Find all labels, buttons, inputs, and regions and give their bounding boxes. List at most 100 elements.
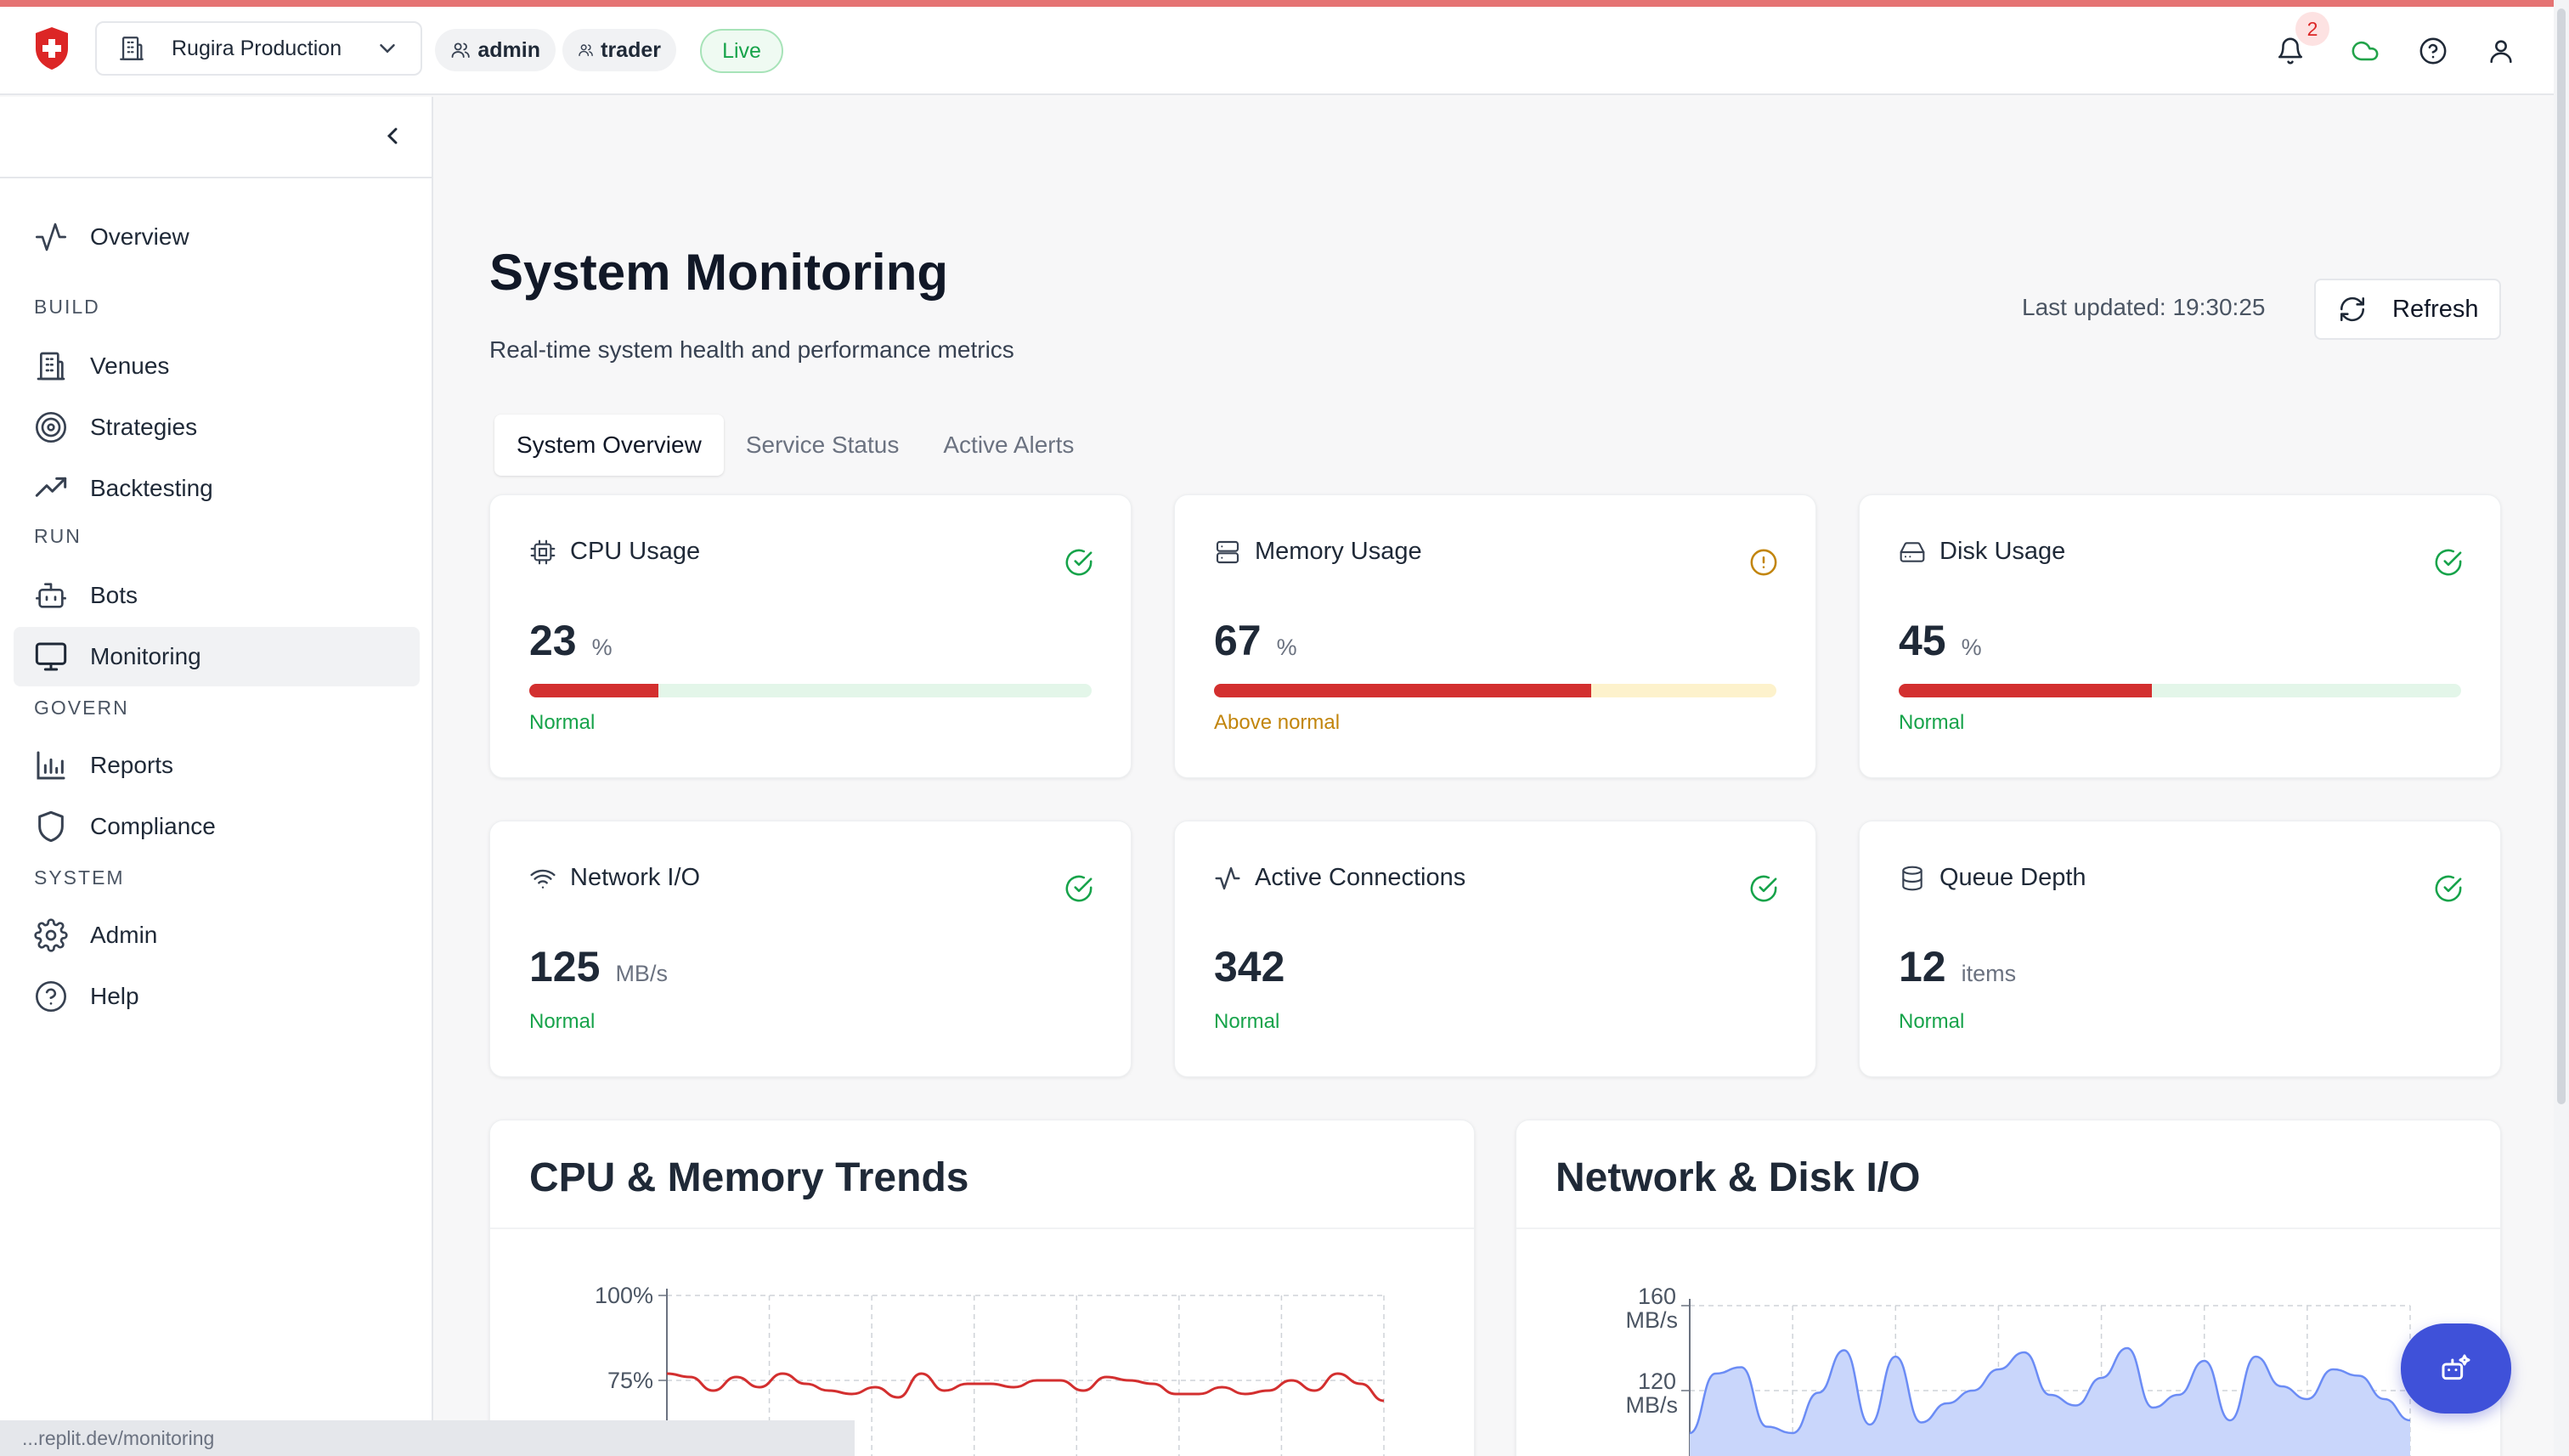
metric-value: 23% xyxy=(529,617,613,664)
help-circle-icon xyxy=(2419,37,2447,65)
shield-cross-logo[interactable] xyxy=(32,25,71,71)
sidebar-item-label: Reports xyxy=(90,752,174,778)
refresh-button[interactable]: Refresh xyxy=(2314,279,2501,340)
sidebar-item-strategies[interactable]: Strategies xyxy=(14,398,420,457)
metric-progress-bar xyxy=(529,684,1092,697)
help-button[interactable] xyxy=(2414,32,2452,70)
role-badge-trader[interactable]: trader xyxy=(562,29,676,71)
metric-card-memory: Memory Usage 67% Above normal xyxy=(1174,494,1816,778)
metric-unit: items xyxy=(1961,961,2017,986)
metric-card-queue: Queue Depth 12 items Normal xyxy=(1859,821,2501,1077)
ai-assistant-button[interactable] xyxy=(2401,1323,2511,1414)
hard-drive-icon xyxy=(1900,541,1925,562)
metric-title: Network I/O xyxy=(570,864,701,891)
sidebar-item-venues[interactable]: Venues xyxy=(14,336,420,396)
wifi-icon xyxy=(530,869,556,889)
sidebar-item-admin[interactable]: Admin xyxy=(14,906,420,965)
sidebar-section-system: SYSTEM xyxy=(34,866,125,889)
metric-card-cpu: CPU Usage 23% Normal xyxy=(489,494,1132,778)
sidebar-item-label: Venues xyxy=(90,353,170,379)
organization-name: Rugira Production xyxy=(172,36,342,60)
metric-value: 342 xyxy=(1214,943,1285,990)
metric-status-text: Normal xyxy=(1899,1010,1965,1033)
activity-icon xyxy=(36,223,66,251)
gear-icon xyxy=(34,918,68,952)
metric-unit: % xyxy=(1276,635,1297,660)
sidebar-item-backtesting[interactable]: Backtesting xyxy=(14,459,420,518)
metric-status-text: Above normal xyxy=(1214,711,1341,734)
organization-selector[interactable]: Rugira Production xyxy=(95,21,422,76)
role-label: admin xyxy=(477,37,540,62)
page-title: System Monitoring xyxy=(489,244,949,301)
check-circle-icon xyxy=(1750,875,1777,902)
monitor-icon xyxy=(35,642,67,671)
user-menu-button[interactable] xyxy=(2482,32,2520,70)
metric-progress-bar xyxy=(1899,684,2461,697)
users-icon xyxy=(579,44,593,57)
sidebar-item-bots[interactable]: Bots xyxy=(14,566,420,625)
metric-progress-fill xyxy=(1899,684,2152,697)
activity-icon xyxy=(1215,866,1240,889)
network-series-area xyxy=(1690,1348,2410,1456)
tab-service-status[interactable]: Service Status xyxy=(724,415,922,476)
last-updated-timestamp: Last updated: 19:30:25 xyxy=(2022,294,2266,320)
metric-value: 45% xyxy=(1899,617,1982,664)
connection-status-button[interactable] xyxy=(2346,32,2384,70)
metric-progress-bar xyxy=(1214,684,1776,697)
page-subtitle: Real-time system health and performance … xyxy=(489,336,1014,363)
metric-title: CPU Usage xyxy=(570,538,701,565)
role-badge-admin[interactable]: admin xyxy=(435,29,556,71)
sidebar-item-help[interactable]: Help xyxy=(14,967,420,1026)
metric-status-text: Normal xyxy=(1214,1010,1280,1033)
y-tick-label: 100% xyxy=(595,1283,653,1308)
sidebar-section-govern: GOVERN xyxy=(34,697,129,719)
check-circle-icon xyxy=(2435,875,2462,902)
refresh-label: Refresh xyxy=(2392,295,2479,323)
chart-title: Network & Disk I/O xyxy=(1556,1155,1921,1200)
sidebar-item-overview[interactable]: Overview xyxy=(14,207,420,267)
cloud-icon xyxy=(2352,41,2379,61)
tab-active-alerts[interactable]: Active Alerts xyxy=(921,415,1096,476)
cpu-icon xyxy=(530,539,556,564)
y-tick-unit: MB/s xyxy=(1625,1307,1678,1333)
sidebar-item-label: Monitoring xyxy=(90,643,201,669)
metric-status-text: Normal xyxy=(1899,711,1965,734)
scrollbar-thumb[interactable] xyxy=(2557,8,2566,1104)
y-tick-label: 160 xyxy=(1638,1284,1676,1309)
metric-value: 67% xyxy=(1214,617,1297,664)
live-status-badge: Live xyxy=(700,29,783,73)
metric-value: 125 MB/s xyxy=(529,943,668,990)
user-icon xyxy=(2490,40,2512,64)
ai-assistant-icon xyxy=(2442,1354,2470,1380)
chevron-left-icon[interactable] xyxy=(379,122,406,150)
sidebar-item-monitoring[interactable]: Monitoring xyxy=(14,627,420,686)
metric-title: Active Connections xyxy=(1255,864,1466,891)
memory-icon xyxy=(1216,540,1239,563)
sidebar-item-label: Compliance xyxy=(90,813,216,839)
sidebar-item-reports[interactable]: Reports xyxy=(14,736,420,795)
sidebar-item-compliance[interactable]: Compliance xyxy=(14,797,420,856)
metric-unit: MB/s xyxy=(615,961,668,986)
bot-icon xyxy=(36,583,66,608)
monitoring-tabs: System Overview Service Status Active Al… xyxy=(494,415,1096,476)
check-circle-icon xyxy=(2435,549,2462,576)
metric-card-network: Network I/O 125 MB/s Normal xyxy=(489,821,1132,1077)
metric-title: Queue Depth xyxy=(1939,864,2086,891)
top-accent-bar xyxy=(0,0,2569,7)
metric-unit: % xyxy=(591,635,613,660)
help-circle-icon xyxy=(36,981,66,1012)
metric-status-text: Normal xyxy=(529,1010,596,1033)
check-circle-icon xyxy=(1065,875,1093,902)
metric-progress-fill xyxy=(529,684,659,697)
metric-unit: % xyxy=(1961,635,1982,660)
chart-title: CPU & Memory Trends xyxy=(529,1155,969,1200)
sidebar: Overview BUILD Venues Strategies Backtes… xyxy=(0,97,433,1456)
sidebar-section-build: BUILD xyxy=(34,296,100,318)
users-icon xyxy=(451,42,470,59)
sidebar-item-label: Overview xyxy=(90,223,189,250)
tab-system-overview[interactable]: System Overview xyxy=(494,415,724,476)
status-bar-url: ...replit.dev/monitoring xyxy=(0,1420,855,1456)
top-bar: Rugira Production admin trader Live 2 xyxy=(0,7,2554,95)
notification-count-badge: 2 xyxy=(2295,12,2329,46)
alert-circle-icon xyxy=(1750,549,1777,576)
